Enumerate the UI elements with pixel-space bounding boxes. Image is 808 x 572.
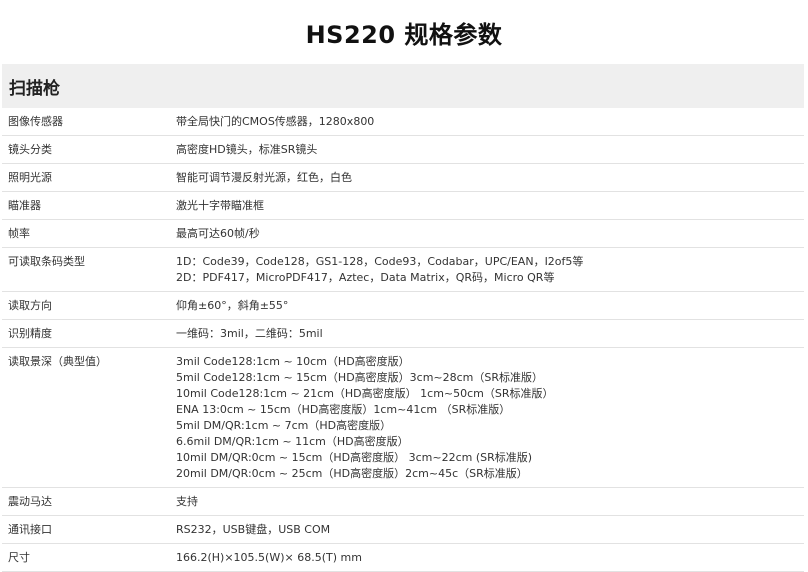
- spec-value: 仰角±60°，斜角±55°: [172, 291, 804, 320]
- spec-label: 图像传感器: [2, 108, 172, 136]
- spec-value: 高密度HD镜头，标准SR镜头: [172, 135, 804, 164]
- spec-value: 最高可达60帧/秒: [172, 219, 804, 248]
- spec-value: RS232，USB键盘，USB COM: [172, 515, 804, 544]
- spec-row: 照明光源 智能可调节漫反射光源，红色，白色: [2, 163, 804, 192]
- spec-row: 镜头分类 高密度HD镜头，标准SR镜头: [2, 135, 804, 164]
- spec-value-line: 带全局快门的CMOS传感器，1280x800: [176, 115, 375, 128]
- spec-value-line: RS232，USB键盘，USB COM: [176, 523, 331, 536]
- spec-value-line: 10mil Code128:1cm ~ 21cm（HD高密度版） 1cm~50c…: [176, 387, 554, 400]
- spec-value-line: 仰角±60°，斜角±55°: [176, 299, 289, 312]
- spec-value-line: 10mil DM/QR:0cm ~ 15cm（HD高密度版） 3cm~22cm …: [176, 451, 533, 464]
- spec-row: 震动马达 支持: [2, 487, 804, 516]
- spec-value-line: 20mil DM/QR:0cm ~ 25cm（HD高密度版）2cm~45c（SR…: [176, 467, 528, 480]
- spec-label: 瞄准器: [2, 191, 172, 220]
- spec-row: 识别精度 一维码：3mil，二维码：5mil: [2, 319, 804, 348]
- spec-row: 瞄准器 激光十字带瞄准框: [2, 191, 804, 220]
- spec-label: 可读取条码类型: [2, 247, 172, 292]
- spec-value: 支持: [172, 487, 804, 516]
- spec-value-line: 智能可调节漫反射光源，红色，白色: [176, 171, 352, 184]
- spec-value-line: 高密度HD镜头，标准SR镜头: [176, 143, 318, 156]
- spec-value: 一维码：3mil，二维码：5mil: [172, 319, 804, 348]
- spec-value-line: 一维码：3mil，二维码：5mil: [176, 327, 323, 340]
- spec-value-line: 3mil Code128:1cm ~ 10cm（HD高密度版）: [176, 355, 410, 368]
- spec-value: 1D：Code39，Code128，GS1-128，Code93，Codabar…: [172, 247, 804, 292]
- spec-row: 通讯接口 RS232，USB键盘，USB COM: [2, 515, 804, 544]
- spec-value: 智能可调节漫反射光源，红色，白色: [172, 163, 804, 192]
- spec-value-line: 5mil Code128:1cm ~ 15cm（HD高密度版）3cm~28cm（…: [176, 371, 544, 384]
- spec-label: 识别精度: [2, 319, 172, 348]
- spec-value: 激光十字带瞄准框: [172, 191, 804, 220]
- spec-value-line: 支持: [176, 495, 198, 508]
- spec-value-line: 166.2(H)×105.5(W)× 68.5(T) mm: [176, 551, 362, 564]
- spec-label: 震动马达: [2, 487, 172, 516]
- spec-row: 读取景深（典型值） 3mil Code128:1cm ~ 10cm（HD高密度版）…: [2, 347, 804, 488]
- spec-label: 照明光源: [2, 163, 172, 192]
- spec-label: 读取景深（典型值）: [2, 347, 172, 488]
- spec-row: 读取方向 仰角±60°，斜角±55°: [2, 291, 804, 320]
- spec-value: 3mil Code128:1cm ~ 10cm（HD高密度版） 5mil Code…: [172, 347, 804, 488]
- spec-label: 读取方向: [2, 291, 172, 320]
- spec-value-line: 6.6mil DM/QR:1cm ~ 11cm（HD高密度版）: [176, 435, 409, 448]
- section-header: 扫描枪: [2, 64, 804, 108]
- spec-value: 166.2(H)×105.5(W)× 68.5(T) mm: [172, 543, 804, 572]
- spec-value-line: 5mil DM/QR:1cm ~ 7cm（HD高密度版）: [176, 419, 392, 432]
- spec-value-line: 1D：Code39，Code128，GS1-128，Code93，Codabar…: [176, 255, 584, 268]
- spec-row: 帧率 最高可达60帧/秒: [2, 219, 804, 248]
- spec-value: 带全局快门的CMOS传感器，1280x800: [172, 108, 804, 136]
- page-title: HS220 规格参数: [305, 20, 503, 49]
- spec-label: 镜头分类: [2, 135, 172, 164]
- spec-table: 图像传感器 带全局快门的CMOS传感器，1280x800 镜头分类 高密度HD镜头，标…: [2, 108, 804, 572]
- spec-value-line: 激光十字带瞄准框: [176, 199, 264, 212]
- spec-value-line: 2D：PDF417，MicroPDF417，Aztec，Data Matrix，…: [176, 271, 555, 284]
- spec-label: 通讯接口: [2, 515, 172, 544]
- spec-row: 尺寸 166.2(H)×105.5(W)× 68.5(T) mm: [2, 543, 804, 572]
- spec-label: 帧率: [2, 219, 172, 248]
- spec-value-line: ENA 13:0cm ~ 15cm（HD高密度版）1cm~41cm （SR标准版…: [176, 403, 511, 416]
- spec-label: 尺寸: [2, 543, 172, 572]
- spec-row: 可读取条码类型 1D：Code39，Code128，GS1-128，Code93，…: [2, 247, 804, 292]
- spec-value-line: 最高可达60帧/秒: [176, 227, 260, 240]
- spec-row: 图像传感器 带全局快门的CMOS传感器，1280x800: [2, 108, 804, 136]
- spec-table-body: 图像传感器 带全局快门的CMOS传感器，1280x800 镜头分类 高密度HD镜头，标…: [2, 108, 804, 572]
